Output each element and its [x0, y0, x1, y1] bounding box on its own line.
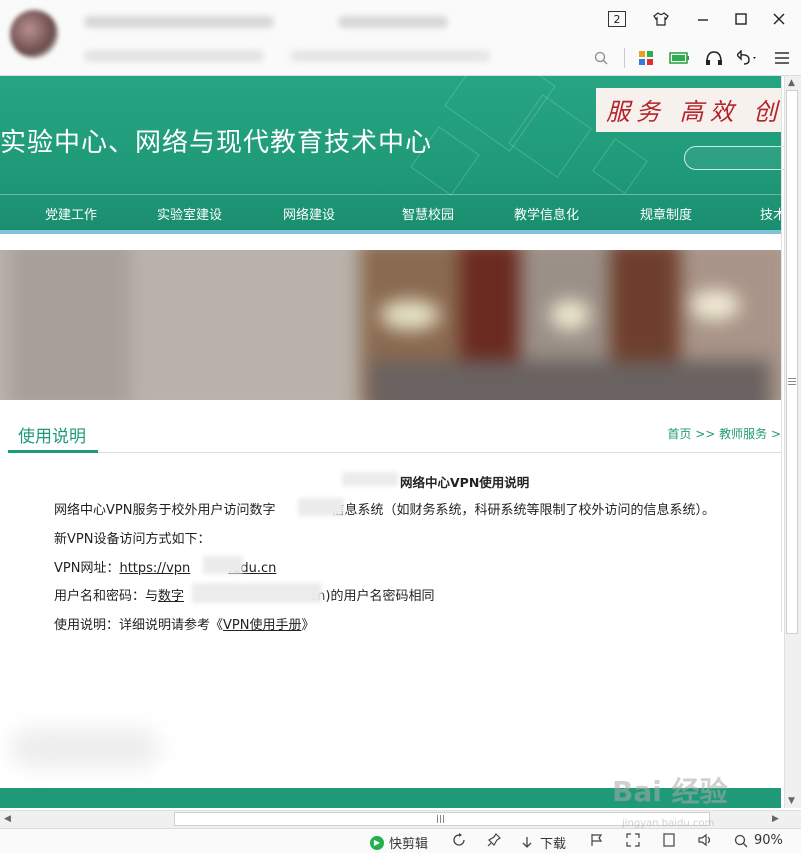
quick-clip-button[interactable]: ▶ 快剪辑 — [370, 833, 428, 852]
nav-network-construction[interactable]: 网络建设 — [283, 204, 335, 223]
redacted-block — [203, 556, 243, 574]
nav-smart-campus[interactable]: 智慧校园 — [402, 204, 454, 223]
site-header: 实验中心、网络与现代教育技术中心 服务 高效 创新 党建工作 实验室建设 网络建… — [0, 40, 801, 234]
minimize-icon[interactable] — [690, 8, 716, 30]
nav-regulations[interactable]: 规章制度 — [640, 204, 692, 223]
paragraph-vpn-url: VPN网址：https://vpn .edu.cn — [54, 561, 277, 576]
tab-count-badge: 2 — [608, 11, 626, 27]
status-bar: ▶ 快剪辑 下载 90% — [0, 828, 801, 853]
redacted-block — [298, 498, 344, 516]
vertical-scrollbar-thumb[interactable] — [786, 90, 798, 634]
vpn-manual-link[interactable]: VPN使用手册 — [223, 618, 301, 633]
maximize-icon[interactable] — [728, 8, 754, 30]
nav-technology[interactable]: 技术 — [760, 204, 786, 223]
scroll-up-arrow-icon[interactable]: ▲ — [788, 78, 795, 88]
refresh-spin-icon[interactable] — [452, 833, 466, 847]
volume-icon[interactable] — [698, 833, 714, 847]
paragraph-intro: 网络中心VPN服务于校外用户访问数字 信息系统（如财务系统，科研系统等限制了校外访… — [54, 503, 715, 518]
scroll-left-arrow-icon[interactable]: ◀ — [4, 814, 11, 824]
user-avatar[interactable] — [10, 10, 58, 58]
tab-count-button[interactable]: 2 — [604, 8, 630, 30]
zoom-control[interactable]: 90% — [734, 833, 783, 848]
battery-icon[interactable] — [667, 46, 693, 70]
nav-lab-construction[interactable]: 实验室建设 — [157, 204, 222, 223]
browser-window: 2 实验中心、网络与现代教育技术中心 服务 高效 创 党建工作 实验室建设 网络… — [0, 0, 801, 853]
paragraph-manual: 使用说明：详细说明请参考《VPN使用手册》 — [54, 618, 315, 633]
section-header: 使用说明 首页 >> 教师服务 > — [8, 420, 781, 453]
undo-dropdown-icon[interactable] — [735, 46, 761, 70]
site-slogan: 服务 高效 创新 — [606, 98, 781, 126]
blurred-address-2 — [290, 50, 490, 62]
baidu-watermark: Bai 经验 — [612, 775, 728, 808]
download-arrow-icon — [522, 836, 532, 848]
redacted-block — [342, 472, 398, 486]
expand-icon[interactable] — [626, 833, 640, 847]
section-title: 使用说明 — [18, 427, 86, 447]
breadcrumb[interactable]: 首页 >> 教师服务 > — [667, 425, 781, 442]
apps-grid-icon[interactable] — [633, 46, 659, 70]
paragraph-access: 新VPN设备访问方式如下： — [54, 532, 211, 547]
blurred-tab-title — [84, 16, 274, 28]
baidu-watermark-url: jingyan.baidu.com — [622, 818, 715, 829]
site-nav: 党建工作 实验室建设 网络建设 智慧校园 教学信息化 规章制度 技术 — [0, 196, 786, 230]
headphones-icon[interactable] — [701, 46, 727, 70]
close-icon[interactable] — [766, 8, 792, 30]
site-title[interactable]: 实验中心、网络与现代教育技术中心 — [0, 122, 432, 159]
banner-image — [0, 250, 781, 400]
blurred-address — [84, 50, 264, 62]
blurred-tab-title-2 — [338, 16, 448, 28]
page-icon[interactable] — [662, 833, 676, 847]
browser-toolbar: 2 — [0, 0, 801, 76]
scroll-right-arrow-icon[interactable]: ▶ — [772, 814, 779, 824]
zoom-icon — [734, 834, 748, 847]
nav-party-building[interactable]: 党建工作 — [45, 204, 97, 223]
nav-teaching-informatization[interactable]: 教学信息化 — [514, 204, 579, 223]
pin-icon[interactable] — [487, 833, 501, 847]
article-title: 网络中心VPN使用说明 — [400, 475, 530, 490]
play-icon: ▶ — [370, 835, 384, 850]
menu-icon[interactable] — [769, 46, 795, 70]
flag-icon[interactable] — [590, 833, 604, 847]
redacted-block — [192, 583, 322, 603]
scroll-down-arrow-icon[interactable]: ▼ — [788, 796, 795, 806]
search-icon[interactable] — [588, 46, 614, 70]
vpn-url-link[interactable]: https://vpn .edu.cn — [119, 561, 276, 576]
download-button[interactable]: 下载 — [520, 833, 566, 852]
skin-shirt-icon[interactable] — [648, 8, 674, 30]
